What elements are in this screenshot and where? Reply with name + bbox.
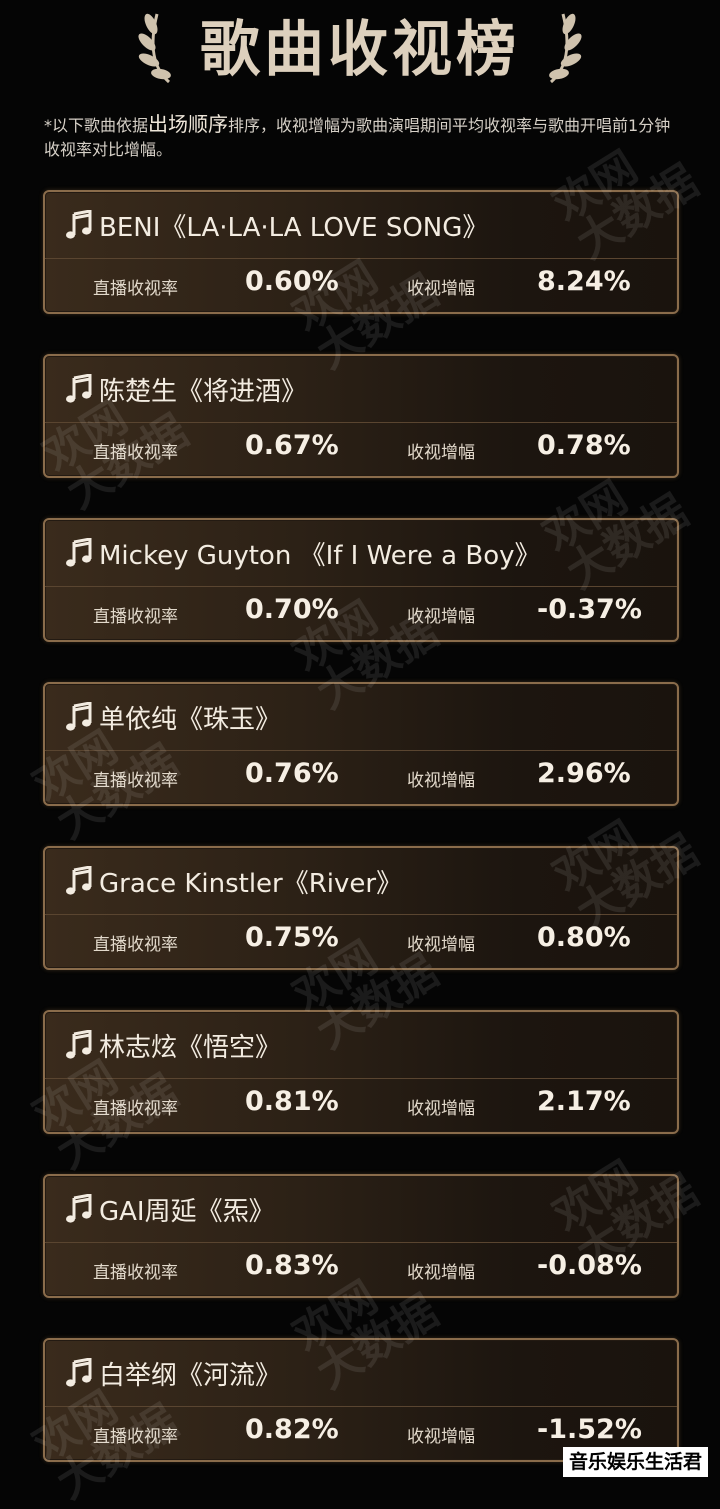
song-card: 单依纯《珠玉》直播收视率 0.76% 收视增幅 2.96% bbox=[43, 682, 679, 806]
music-note-icon bbox=[65, 209, 93, 240]
music-note-icon bbox=[65, 865, 93, 896]
rating-increase-value: -1.52% bbox=[537, 1414, 642, 1445]
rating-increase-label: 收视增幅 bbox=[407, 279, 475, 299]
music-note-icon bbox=[65, 373, 93, 404]
rating-increase-value: 2.17% bbox=[537, 1086, 631, 1117]
music-note-icon bbox=[65, 1029, 93, 1060]
song-card: GAI周延《炁》直播收视率 0.83% 收视增幅 -0.08% bbox=[43, 1174, 679, 1298]
song-header: 林志炫《悟空》 bbox=[45, 1012, 677, 1079]
song-title: Mickey Guyton 《If I Were a Boy》 bbox=[99, 540, 541, 571]
live-rating-label: 直播收视率 bbox=[93, 1099, 178, 1119]
song-header: Mickey Guyton 《If I Were a Boy》 bbox=[45, 520, 677, 587]
rating-increase-label: 收视增幅 bbox=[407, 443, 475, 463]
song-header: 单依纯《珠玉》 bbox=[45, 684, 677, 751]
song-title: 单依纯《珠玉》 bbox=[99, 704, 282, 735]
music-note-icon bbox=[65, 1357, 93, 1388]
song-card: Grace Kinstler《River》直播收视率 0.75% 收视增幅 0.80% bbox=[43, 846, 679, 970]
rating-increase-label: 收视增幅 bbox=[407, 1263, 475, 1283]
live-rating-value: 0.75% bbox=[245, 922, 339, 953]
song-title: 林志炫《悟空》 bbox=[99, 1032, 282, 1063]
song-card: Mickey Guyton 《If I Were a Boy》直播收视率 0.70… bbox=[43, 518, 679, 642]
song-stats: 直播收视率 0.60% 收视增幅 8.24% bbox=[45, 258, 677, 312]
ranking-note: *以下歌曲依据出场顺序排序，收视增幅为歌曲演唱期间平均收视率与歌曲开唱前1分钟收… bbox=[44, 112, 684, 162]
rating-increase-label: 收视增幅 bbox=[407, 607, 475, 627]
header: 歌曲收视榜 bbox=[0, 0, 720, 100]
live-rating-value: 0.76% bbox=[245, 758, 339, 789]
live-rating-label: 直播收视率 bbox=[93, 771, 178, 791]
music-note-icon bbox=[65, 1193, 93, 1224]
music-note-icon bbox=[65, 537, 93, 568]
song-header: BENI《LA·LA·LA LOVE SONG》 bbox=[45, 192, 677, 259]
song-title: Grace Kinstler《River》 bbox=[99, 868, 403, 899]
song-stats: 直播收视率 0.76% 收视增幅 2.96% bbox=[45, 750, 677, 804]
laurel-icon bbox=[138, 13, 171, 84]
music-note-icon bbox=[65, 701, 93, 732]
song-title: GAI周延《炁》 bbox=[99, 1196, 275, 1227]
live-rating-value: 0.67% bbox=[245, 430, 339, 461]
rating-increase-value: -0.37% bbox=[537, 594, 642, 625]
song-card: 林志炫《悟空》直播收视率 0.81% 收视增幅 2.17% bbox=[43, 1010, 679, 1134]
live-rating-value: 0.70% bbox=[245, 594, 339, 625]
live-rating-label: 直播收视率 bbox=[93, 1427, 178, 1447]
song-stats: 直播收视率 0.81% 收视增幅 2.17% bbox=[45, 1078, 677, 1132]
live-rating-label: 直播收视率 bbox=[93, 1263, 178, 1283]
song-title: 陈楚生《将进酒》 bbox=[99, 376, 308, 407]
rating-increase-value: 0.80% bbox=[537, 922, 631, 953]
song-card: 白举纲《河流》直播收视率 0.82% 收视增幅 -1.52% bbox=[43, 1338, 679, 1462]
song-header: Grace Kinstler《River》 bbox=[45, 848, 677, 915]
song-title: BENI《LA·LA·LA LOVE SONG》 bbox=[99, 212, 489, 243]
rating-increase-value: 0.78% bbox=[537, 430, 631, 461]
rating-increase-label: 收视增幅 bbox=[407, 935, 475, 955]
song-header: 陈楚生《将进酒》 bbox=[45, 356, 677, 423]
note-emphasis: 出场顺序 bbox=[148, 112, 229, 136]
live-rating-value: 0.60% bbox=[245, 266, 339, 297]
live-rating-value: 0.81% bbox=[245, 1086, 339, 1117]
live-rating-value: 0.82% bbox=[245, 1414, 339, 1445]
live-rating-value: 0.83% bbox=[245, 1250, 339, 1281]
page-title: 歌曲收视榜 bbox=[200, 15, 520, 85]
song-card: 陈楚生《将进酒》直播收视率 0.67% 收视增幅 0.78% bbox=[43, 354, 679, 478]
rating-increase-value: -0.08% bbox=[537, 1250, 642, 1281]
song-stats: 直播收视率 0.75% 收视增幅 0.80% bbox=[45, 914, 677, 968]
rating-increase-label: 收视增幅 bbox=[407, 1427, 475, 1447]
laurel-icon bbox=[549, 13, 582, 84]
rating-increase-value: 8.24% bbox=[537, 266, 631, 297]
song-header: 白举纲《河流》 bbox=[45, 1340, 677, 1407]
song-stats: 直播收视率 0.70% 收视增幅 -0.37% bbox=[45, 586, 677, 640]
song-card: BENI《LA·LA·LA LOVE SONG》直播收视率 0.60% 收视增幅 8.… bbox=[43, 190, 679, 314]
song-title: 白举纲《河流》 bbox=[99, 1360, 282, 1391]
rating-increase-label: 收视增幅 bbox=[407, 1099, 475, 1119]
song-stats: 直播收视率 0.67% 收视增幅 0.78% bbox=[45, 422, 677, 476]
note-text: *以下歌曲依据 bbox=[44, 116, 149, 135]
song-header: GAI周延《炁》 bbox=[45, 1176, 677, 1243]
live-rating-label: 直播收视率 bbox=[93, 607, 178, 627]
song-stats: 直播收视率 0.83% 收视增幅 -0.08% bbox=[45, 1242, 677, 1296]
live-rating-label: 直播收视率 bbox=[93, 443, 178, 463]
rating-increase-label: 收视增幅 bbox=[407, 771, 475, 791]
live-rating-label: 直播收视率 bbox=[93, 279, 178, 299]
rating-increase-value: 2.96% bbox=[537, 758, 631, 789]
live-rating-label: 直播收视率 bbox=[93, 935, 178, 955]
source-tag: 音乐娱乐生活君 bbox=[562, 1447, 708, 1477]
